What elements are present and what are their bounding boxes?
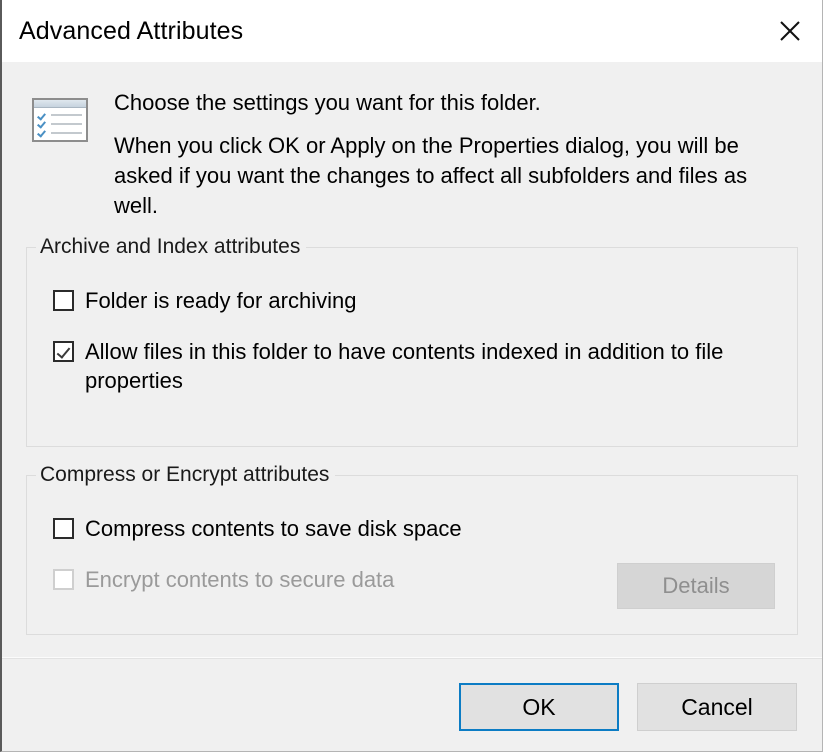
checkbox-archiving-label: Folder is ready for archiving (85, 288, 357, 313)
encrypt-row: Encrypt contents to secure data Details (53, 563, 779, 616)
compress-encrypt-group-label: Compress or Encrypt attributes (36, 463, 336, 487)
checkbox-encrypt (53, 569, 74, 590)
checkbox-encrypt-label: Encrypt contents to secure data (85, 567, 395, 592)
title-bar: Advanced Attributes (2, 0, 822, 62)
advanced-attributes-dialog: Advanced Attributes Choose the settings … (0, 0, 823, 752)
checkbox-compress-label: Compress contents to save disk space (85, 516, 462, 541)
intro-headline: Choose the settings you want for this fo… (114, 90, 541, 115)
intro-section: Choose the settings you want for this fo… (2, 62, 822, 221)
details-button: Details (617, 563, 775, 609)
compress-encrypt-group: Compress or Encrypt attributes Compress … (26, 463, 798, 635)
close-x-icon (777, 18, 803, 44)
checkbox-row-index[interactable]: Allow files in this folder to have conte… (53, 337, 779, 395)
ok-button[interactable]: OK (459, 683, 619, 731)
checkbox-row-archiving[interactable]: Folder is ready for archiving (53, 286, 779, 315)
checklist-window-icon (32, 98, 88, 142)
close-button[interactable] (758, 0, 822, 62)
checkbox-index-label: Allow files in this folder to have conte… (85, 339, 724, 393)
cancel-button[interactable]: Cancel (637, 683, 797, 731)
checkbox-compress[interactable] (53, 518, 74, 539)
intro-paragraph: When you click OK or Apply on the Proper… (114, 133, 748, 218)
footer-buttons: OK Cancel (2, 659, 822, 731)
checkbox-archiving[interactable] (53, 290, 74, 311)
archive-index-group: Archive and Index attributes Folder is r… (26, 235, 798, 447)
checkbox-row-encrypt: Encrypt contents to secure data (53, 565, 394, 594)
page-title: Advanced Attributes (19, 16, 244, 45)
dialog-body: Choose the settings you want for this fo… (2, 62, 822, 751)
checkbox-row-compress[interactable]: Compress contents to save disk space (53, 514, 779, 543)
archive-index-group-label: Archive and Index attributes (36, 235, 307, 259)
checkbox-index[interactable] (53, 341, 74, 362)
intro-text: Choose the settings you want for this fo… (88, 88, 784, 221)
